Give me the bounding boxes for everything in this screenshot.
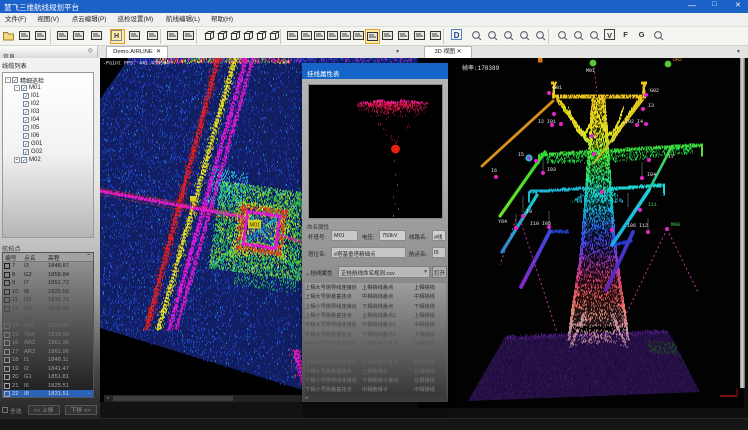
svg-text:M01: M01 <box>250 223 261 229</box>
svg-text:G01: G01 <box>553 85 562 91</box>
svg-text:I9: I9 <box>526 209 532 215</box>
svg-text:Y04: Y04 <box>498 219 507 225</box>
svg-text:I06 I12: I06 I12 <box>627 223 648 229</box>
svg-text:I5: I5 <box>518 152 524 158</box>
svg-text:I3: I3 <box>648 103 654 109</box>
svg-text:I11: I11 <box>648 202 657 208</box>
svg-text:I02 I4: I02 I4 <box>625 119 643 125</box>
svg-text:DR2: DR2 <box>673 58 682 63</box>
svg-text:-Paint FPS: 441.433564: -Paint FPS: 441.433564 <box>103 61 169 67</box>
svg-text:I10 I05: I10 I05 <box>530 221 551 227</box>
svg-text:M08: M08 <box>671 222 680 228</box>
svg-text:I7: I7 <box>668 154 674 160</box>
svg-text:I6: I6 <box>491 168 497 174</box>
svg-text:帧率:178389: 帧率:178389 <box>462 64 500 72</box>
svg-text:I03: I03 <box>547 167 556 173</box>
svg-text:G02: G02 <box>650 88 659 94</box>
svg-text:I2 I01: I2 I01 <box>538 119 556 125</box>
svg-text:M01: M01 <box>586 68 595 74</box>
svg-text:I04: I04 <box>647 172 656 178</box>
